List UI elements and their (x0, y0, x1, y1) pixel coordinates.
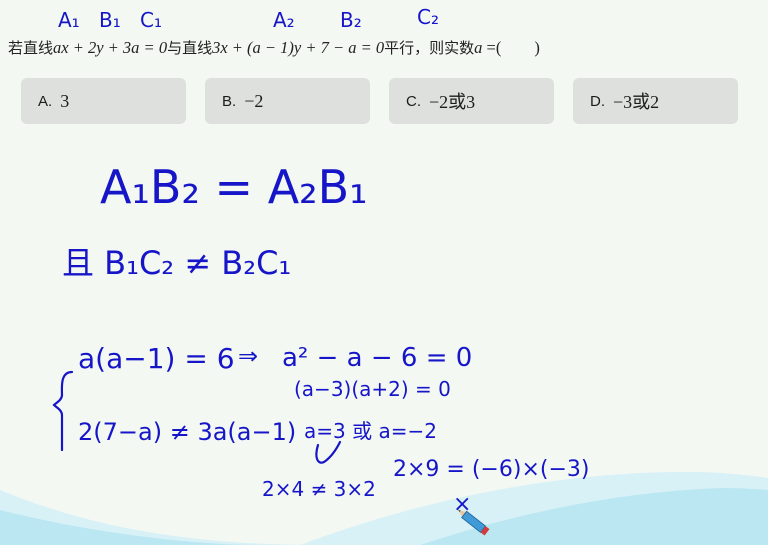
implies-arrow: ⇒ (238, 342, 258, 370)
equation-1: a(a−1) = 6 (78, 342, 235, 375)
label-a1: A₁ (58, 8, 80, 32)
label-b2: B₂ (340, 8, 362, 32)
equation-2: 2(7−a) ≠ 3a(a−1) (78, 418, 296, 446)
pencil-cursor-icon (457, 509, 490, 536)
roots: a=3 或 a=−2 (304, 419, 437, 443)
label-a2: A₂ (273, 8, 295, 32)
verification-1: 2×4 ≠ 3×2 (262, 477, 376, 501)
quadratic-equation: a² − a − 6 = 0 (282, 343, 472, 373)
label-c2: C₂ (417, 5, 439, 29)
label-b1: B₁ (99, 8, 121, 32)
factored-equation: (a−3)(a+2) = 0 (294, 377, 451, 401)
parallel-condition: A₁B₂ = A₂B₁ (100, 160, 368, 214)
check-arrow-icon (315, 440, 342, 464)
brace-icon (52, 370, 74, 452)
handwriting-layer: A₁ B₁ C₁ A₂ B₂ C₂ A₁B₂ = A₂B₁ 且 B₁C₂ ≠ B… (52, 5, 589, 517)
non-coincident-condition: 且 B₁C₂ ≠ B₂C₁ (62, 244, 291, 282)
verification-2: 2×9 = (−6)×(−3) (393, 457, 589, 482)
label-c1: C₁ (140, 8, 162, 32)
